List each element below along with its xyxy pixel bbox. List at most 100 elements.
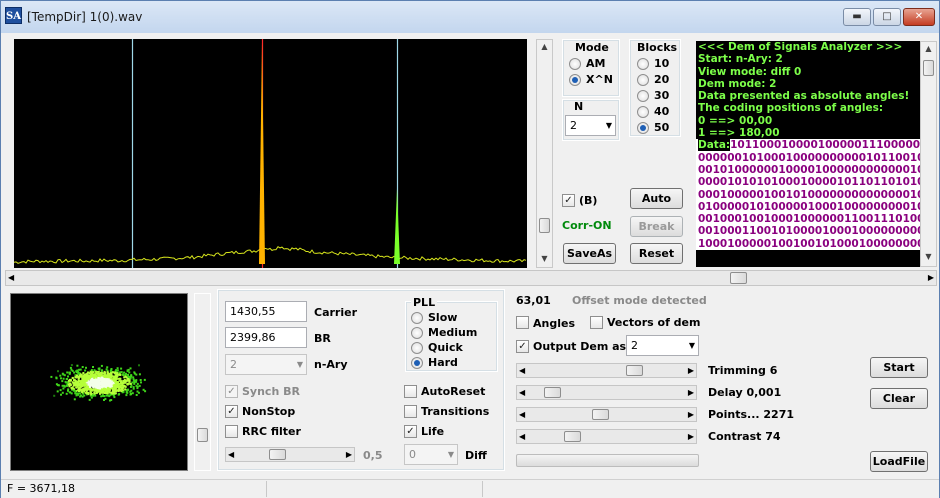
contrast-thumb[interactable] bbox=[564, 431, 581, 442]
constellation-point bbox=[139, 379, 142, 381]
slider-left-icon[interactable]: ◀ bbox=[519, 408, 525, 421]
slider-left-icon[interactable]: ◀ bbox=[519, 430, 525, 443]
scroll-right-icon[interactable]: ▶ bbox=[928, 271, 934, 284]
slider-left-icon[interactable]: ◀ bbox=[228, 448, 234, 461]
constellation-point bbox=[87, 374, 90, 377]
pll-radio-3[interactable] bbox=[411, 357, 423, 369]
console-vscroll-thumb[interactable] bbox=[923, 60, 934, 76]
transitions-checkbox[interactable] bbox=[404, 405, 417, 418]
filter-slider-thumb[interactable] bbox=[269, 449, 286, 460]
constellation-point bbox=[79, 380, 82, 383]
spectrum-display[interactable] bbox=[13, 39, 527, 268]
points-slider[interactable]: ◀ ▶ bbox=[516, 407, 697, 422]
clear-button[interactable]: Clear bbox=[870, 388, 928, 409]
blocks-radio-2[interactable] bbox=[637, 90, 649, 102]
rrc-filter-checkbox[interactable] bbox=[225, 425, 238, 438]
scroll-down-icon[interactable]: ▼ bbox=[921, 252, 936, 261]
blocks-option-label: 40 bbox=[654, 105, 670, 118]
constellation-point bbox=[66, 371, 69, 374]
console-data-first: Data:10110001000010000011100000001 bbox=[696, 139, 920, 152]
console-data-row: 00101000000100001000000000000100 bbox=[696, 163, 920, 177]
blocks-radio-3[interactable] bbox=[637, 106, 649, 118]
main-hscroll-thumb[interactable] bbox=[730, 272, 747, 284]
delay-thumb[interactable] bbox=[544, 387, 561, 398]
console-vscrollbar[interactable]: ▲ ▼ bbox=[920, 41, 937, 267]
scroll-up-icon[interactable]: ▲ bbox=[921, 44, 936, 53]
angles-checkbox[interactable] bbox=[516, 316, 529, 329]
spectrum-vscroll-thumb[interactable] bbox=[539, 218, 550, 233]
blocks-option-label: 50 bbox=[654, 121, 670, 134]
synch-br-checkbox[interactable]: ✓ bbox=[225, 385, 238, 398]
vectors-checkbox[interactable] bbox=[590, 316, 603, 329]
spectrum-vscrollbar[interactable]: ▲ ▼ bbox=[536, 39, 553, 268]
constellation-point bbox=[81, 366, 84, 368]
mode-radio-xn[interactable] bbox=[569, 74, 581, 86]
console-output[interactable]: <<< Dem of Signals Analyzer >>> Start: n-… bbox=[696, 41, 920, 267]
points-label: Points... 2271 bbox=[708, 408, 795, 421]
constellation-point bbox=[88, 382, 91, 385]
constellation-point bbox=[118, 379, 121, 382]
n-select[interactable]: 2 ▼ bbox=[565, 115, 616, 136]
constellation-vscroll-thumb[interactable] bbox=[197, 428, 208, 442]
br-input[interactable]: 2399,86 bbox=[225, 327, 307, 348]
minimize-button[interactable]: ▬ bbox=[843, 8, 871, 26]
title-bar[interactable]: SA [TempDir] 1(0).wav ▬ □ ✕ bbox=[1, 1, 939, 33]
pll-radio-2[interactable] bbox=[411, 342, 423, 354]
constellation-point bbox=[101, 369, 103, 372]
saveas-button[interactable]: SaveAs bbox=[563, 243, 616, 264]
slider-right-icon[interactable]: ▶ bbox=[688, 408, 694, 421]
constellation-point bbox=[81, 384, 83, 387]
trimming-slider[interactable]: ◀ ▶ bbox=[516, 363, 697, 378]
blocks-radio-0[interactable] bbox=[637, 58, 649, 70]
trimming-thumb[interactable] bbox=[626, 365, 643, 376]
main-hscrollbar[interactable]: ◀ ▶ bbox=[5, 270, 937, 286]
constellation-point bbox=[61, 380, 64, 383]
loadfile-button[interactable]: LoadFile bbox=[870, 451, 928, 472]
mode-radio-am[interactable] bbox=[569, 58, 581, 70]
pll-radio-1[interactable] bbox=[411, 327, 423, 339]
maximize-button[interactable]: □ bbox=[873, 8, 901, 26]
carrier-input[interactable]: 1430,55 bbox=[225, 301, 307, 322]
blocks-radio-4[interactable] bbox=[637, 122, 649, 134]
filter-slider[interactable]: ◀ ▶ bbox=[225, 447, 355, 462]
autoreset-checkbox[interactable] bbox=[404, 385, 417, 398]
output-dem-checkbox[interactable]: ✓ bbox=[516, 340, 529, 353]
nonstop-checkbox[interactable]: ✓ bbox=[225, 405, 238, 418]
scroll-down-icon[interactable]: ▼ bbox=[537, 254, 552, 263]
slider-right-icon[interactable]: ▶ bbox=[688, 386, 694, 399]
scroll-left-icon[interactable]: ◀ bbox=[8, 271, 14, 284]
reset-button[interactable]: Reset bbox=[630, 243, 683, 264]
blocks-title: Blocks bbox=[637, 41, 678, 54]
slider-left-icon[interactable]: ◀ bbox=[519, 386, 525, 399]
constellation-point bbox=[61, 391, 64, 394]
life-checkbox[interactable]: ✓ bbox=[404, 425, 417, 438]
slider-right-icon[interactable]: ▶ bbox=[688, 430, 694, 443]
break-button[interactable]: Break bbox=[630, 216, 683, 237]
points-thumb[interactable] bbox=[592, 409, 609, 420]
slider-right-icon[interactable]: ▶ bbox=[688, 364, 694, 377]
console-line: 1 ==> 180,00 bbox=[698, 127, 780, 140]
close-button[interactable]: ✕ bbox=[903, 8, 935, 26]
pll-radio-0[interactable] bbox=[411, 312, 423, 324]
constellation-point bbox=[95, 389, 98, 392]
constellation-display[interactable] bbox=[10, 293, 188, 471]
b-checkbox[interactable]: ✓ bbox=[562, 194, 575, 207]
output-dem-select[interactable]: 2 ▼ bbox=[626, 335, 699, 356]
slider-right-icon[interactable]: ▶ bbox=[346, 448, 352, 461]
contrast-slider[interactable]: ◀ ▶ bbox=[516, 429, 697, 444]
constellation-point bbox=[93, 382, 96, 385]
diff-select[interactable]: 0 ▼ bbox=[404, 444, 458, 465]
console-line: Data presented as absolute angles! bbox=[698, 90, 910, 103]
start-button[interactable]: Start bbox=[870, 357, 928, 378]
constellation-point bbox=[113, 372, 116, 375]
delay-slider[interactable]: ◀ ▶ bbox=[516, 385, 697, 400]
nary-select[interactable]: 2 ▼ bbox=[225, 354, 307, 375]
blocks-radio-1[interactable] bbox=[637, 74, 649, 86]
scroll-up-icon[interactable]: ▲ bbox=[537, 42, 552, 51]
constellation-vscrollbar[interactable] bbox=[194, 293, 211, 471]
constellation-point bbox=[124, 381, 126, 384]
slider-left-icon[interactable]: ◀ bbox=[519, 364, 525, 377]
auto-button[interactable]: Auto bbox=[630, 188, 683, 209]
constellation-point bbox=[84, 369, 87, 372]
constellation-point bbox=[69, 371, 71, 374]
